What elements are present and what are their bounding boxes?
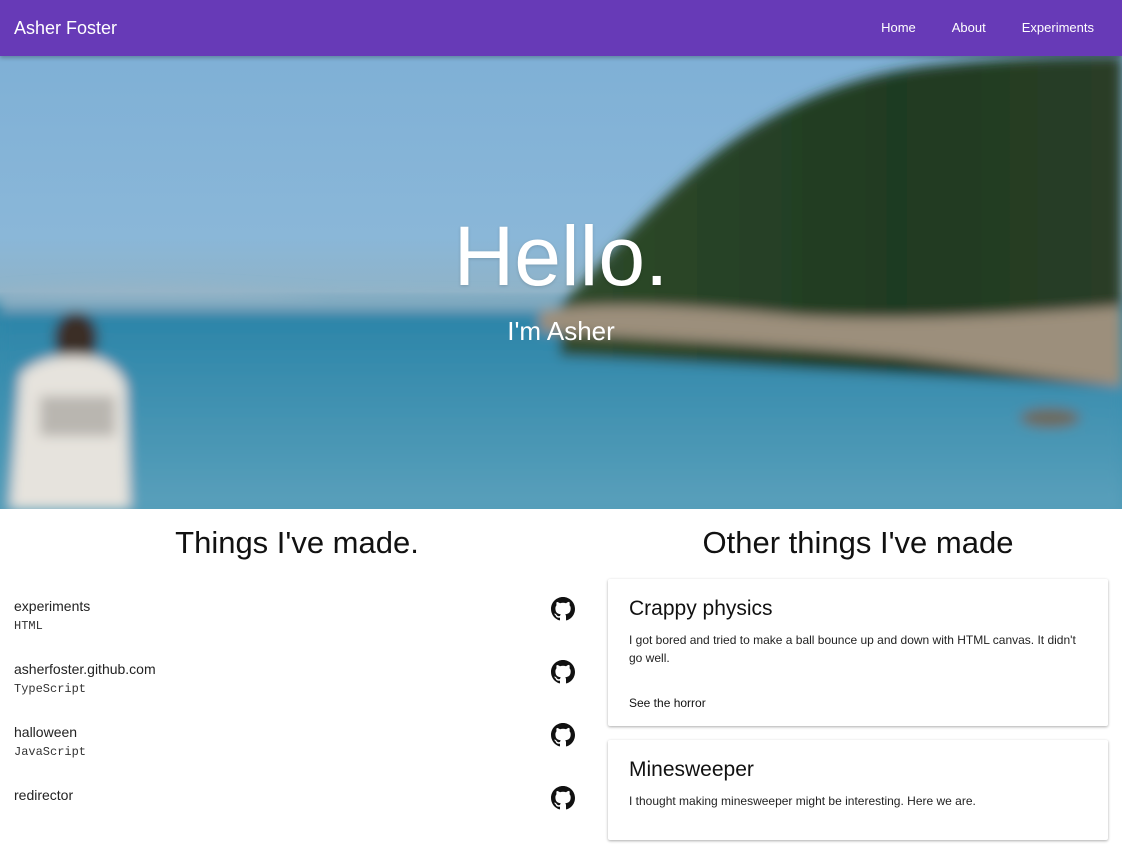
repo-name: experiments (14, 598, 91, 614)
project-card: Minesweeper I thought making minesweeper… (608, 740, 1108, 840)
list-item: halloween JavaScript (0, 723, 594, 786)
project-card: Crappy physics I got bored and tried to … (608, 579, 1108, 726)
other-projects-heading: Other things I've made (702, 525, 1014, 560)
hero-subtitle: I'm Asher (507, 316, 615, 346)
repo-name: asherfoster.github.com (14, 661, 156, 677)
card-description: I thought making minesweeper might be in… (629, 794, 976, 808)
list-item: asherfoster.github.com TypeScript (0, 660, 594, 723)
list-item: redirector (0, 786, 594, 849)
card-title: Minesweeper (629, 758, 754, 781)
card-description: I got bored and tried to make a ball bou… (629, 633, 1076, 665)
repo-language: HTML (14, 619, 43, 633)
repo-name: redirector (14, 787, 74, 803)
other-projects-section: Other things I've made Crappy physics I … (594, 509, 1122, 840)
card-title: Crappy physics (629, 597, 773, 620)
site-title[interactable]: Asher Foster (14, 16, 117, 40)
repo-language: JavaScript (14, 745, 87, 759)
github-icon[interactable] (551, 660, 575, 684)
card-action-link[interactable]: See the horror (629, 695, 706, 711)
nav-link-about[interactable]: About (936, 0, 1002, 56)
projects-section: Things I've made. experiments HTML asher… (0, 509, 594, 810)
nav-link-experiments[interactable]: Experiments (1006, 0, 1122, 56)
github-icon[interactable] (551, 597, 575, 621)
projects-heading: Things I've made. (175, 525, 419, 560)
repo-language: TypeScript (14, 682, 87, 696)
list-item: experiments HTML (0, 597, 594, 660)
repo-list: experiments HTML asherfoster.github.com … (0, 597, 594, 849)
github-icon[interactable] (551, 786, 575, 810)
hero-banner: Hello. I'm Asher (0, 56, 1122, 509)
repo-name: halloween (14, 724, 78, 740)
nav-menu: Home About Experiments (861, 0, 1122, 56)
github-icon[interactable] (551, 723, 575, 747)
hero-title: Hello. (453, 209, 669, 303)
top-app-bar: Asher Foster Home About Experiments (0, 0, 1122, 56)
nav-link-home[interactable]: Home (865, 0, 932, 56)
